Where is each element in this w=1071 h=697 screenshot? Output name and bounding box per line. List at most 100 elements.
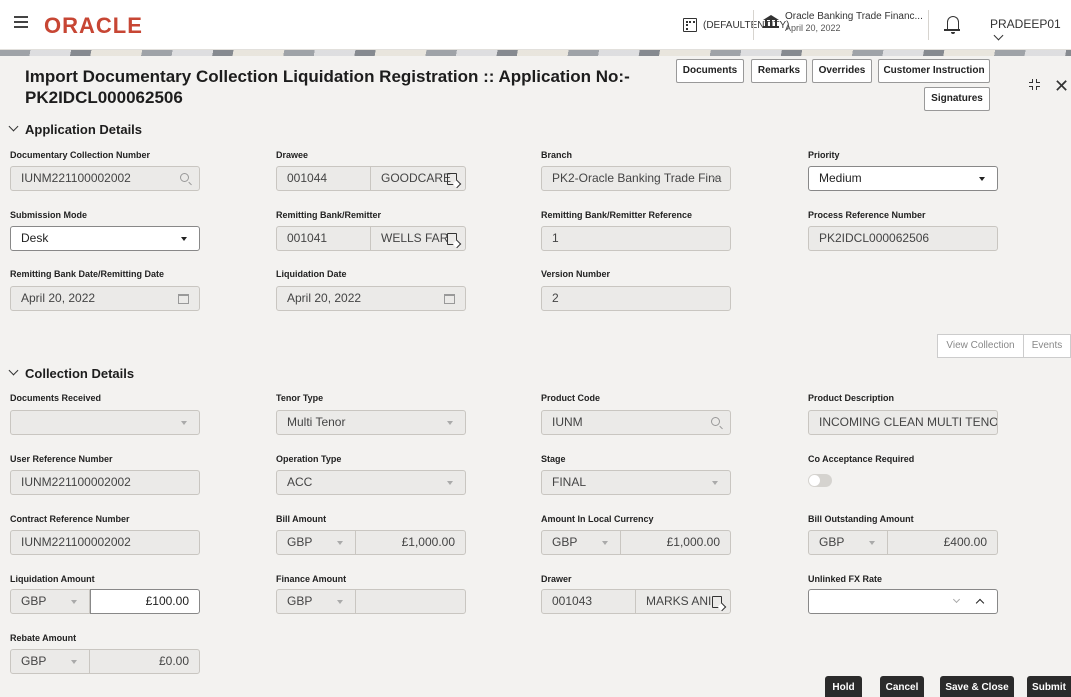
field-value: April 20, 2022 <box>287 291 362 305</box>
local-amount-field[interactable]: GBP £1,000.00 <box>541 530 731 555</box>
version-number-field[interactable]: 2 <box>541 286 731 311</box>
submission-mode-label: Submission Mode <box>10 210 88 220</box>
co-acceptance-label: Co Acceptance Required <box>808 454 915 464</box>
drawee-field[interactable]: 001044 GOODCARE <box>276 166 466 191</box>
bill-amount-field[interactable]: GBP £1,000.00 <box>276 530 466 555</box>
application-details-header[interactable]: Application Details <box>8 121 142 137</box>
operation-type-label: Operation Type <box>276 454 342 464</box>
field-value: ACC <box>287 475 313 489</box>
events-button[interactable]: Events <box>1024 334 1071 358</box>
product-description-label: Product Description <box>808 393 895 403</box>
local-amount-currency-select[interactable]: GBP <box>541 530 621 555</box>
drawer-id: 001043 <box>541 589 636 614</box>
liquidation-date-field[interactable]: April 20, 2022 <box>276 286 466 311</box>
collection-details-header[interactable]: Collection Details <box>8 365 135 381</box>
view-collection-button[interactable]: View Collection <box>937 334 1024 358</box>
minimize-icon[interactable] <box>1029 79 1041 91</box>
co-acceptance-toggle[interactable] <box>808 474 832 487</box>
header-divider <box>753 10 754 40</box>
product-description-field[interactable]: INCOMING CLEAN MULTI TENOR B <box>808 410 998 435</box>
currency-code: GBP <box>552 535 578 549</box>
page-title: Import Documentary Collection Liquidatio… <box>25 66 645 108</box>
finance-amount-label: Finance Amount <box>276 574 347 584</box>
dropdown-caret-icon <box>712 481 718 485</box>
bank-icon <box>763 15 779 29</box>
remitting-bank-name-box: WELLS FAR <box>370 226 466 251</box>
header-divider <box>928 10 929 40</box>
search-icon[interactable] <box>180 173 189 182</box>
signatures-button[interactable]: Signatures <box>924 87 990 111</box>
contract-reference-field[interactable]: IUNM221100002002 <box>10 530 200 555</box>
save-close-button[interactable]: Save & Close <box>940 676 1014 697</box>
submit-button[interactable]: Submit <box>1027 676 1071 697</box>
lookup-document-icon[interactable] <box>447 233 457 245</box>
chevron-up-icon[interactable] <box>975 598 985 608</box>
dropdown-caret-icon <box>447 481 453 485</box>
tenor-type-select[interactable]: Multi Tenor <box>276 410 466 435</box>
search-icon[interactable] <box>711 417 720 426</box>
operation-type-select[interactable]: ACC <box>276 470 466 495</box>
priority-label: Priority <box>808 150 840 160</box>
close-icon[interactable]: ✕ <box>1054 76 1069 97</box>
unlinked-fx-select[interactable] <box>808 589 998 614</box>
remitting-date-field[interactable]: April 20, 2022 <box>10 286 200 311</box>
tenor-type-label: Tenor Type <box>276 393 324 403</box>
calendar-icon[interactable] <box>444 294 455 304</box>
product-code-field[interactable]: IUNM <box>541 410 731 435</box>
drawer-field[interactable]: 001043 MARKS ANI <box>541 589 731 614</box>
doc-collection-number-field[interactable]: IUNM221100002002 <box>10 166 200 191</box>
notification-bell-icon[interactable] <box>944 16 960 34</box>
finance-amount-value <box>355 589 466 614</box>
branch-select[interactable]: PK2-Oracle Banking Trade Fina <box>541 166 731 191</box>
bill-amount-label: Bill Amount <box>276 514 327 524</box>
drawee-label: Drawee <box>276 150 309 160</box>
hamburger-menu-icon[interactable] <box>14 16 28 28</box>
documents-received-select[interactable] <box>10 410 200 435</box>
hold-button[interactable]: Hold <box>825 676 862 697</box>
finance-currency-select[interactable]: GBP <box>276 589 356 614</box>
finance-amount-field[interactable]: GBP <box>276 589 466 614</box>
outstanding-currency-select[interactable]: GBP <box>808 530 888 555</box>
remitting-reference-field[interactable]: 1 <box>541 226 731 251</box>
chevron-down-icon[interactable] <box>952 595 961 604</box>
priority-select[interactable]: Medium <box>808 166 998 191</box>
liquidation-amount-input[interactable]: £100.00 <box>90 589 200 614</box>
section-title: Collection Details <box>25 366 135 381</box>
currency-code: GBP <box>819 535 845 549</box>
documents-button[interactable]: Documents <box>676 59 744 83</box>
dropdown-caret-icon <box>71 660 77 664</box>
liquidation-amount-field[interactable]: GBP £100.00 <box>10 589 200 614</box>
decorative-banner <box>0 50 1071 56</box>
liquidation-amount-label: Liquidation Amount <box>10 574 95 584</box>
remarks-button[interactable]: Remarks <box>751 59 807 83</box>
remitting-bank-field[interactable]: 001041 WELLS FAR <box>276 226 466 251</box>
submission-mode-select[interactable]: Desk <box>10 226 200 251</box>
bank-selector[interactable]: Oracle Banking Trade Financ... April 20,… <box>763 11 923 33</box>
liquidation-currency-select[interactable]: GBP <box>10 589 90 614</box>
rebate-currency-select[interactable]: GBP <box>10 649 90 674</box>
bill-amount-currency-select[interactable]: GBP <box>276 530 356 555</box>
remitting-date-label: Remitting Bank Date/Remitting Date <box>10 269 165 279</box>
dropdown-caret-icon <box>337 600 343 604</box>
field-value: Desk <box>21 231 49 245</box>
customer-instruction-button[interactable]: Customer Instruction <box>878 59 990 83</box>
outstanding-amount-field[interactable]: GBP £400.00 <box>808 530 998 555</box>
currency-code: GBP <box>287 535 313 549</box>
calendar-icon[interactable] <box>178 294 189 304</box>
field-value: IUNM221100002002 <box>21 171 131 185</box>
remitting-bank-id: 001041 <box>276 226 371 251</box>
overrides-button[interactable]: Overrides <box>812 59 872 83</box>
stage-select[interactable]: FINAL <box>541 470 731 495</box>
rebate-amount-field[interactable]: GBP £0.00 <box>10 649 200 674</box>
lookup-document-icon[interactable] <box>447 173 457 185</box>
drawee-name: GOODCARE <box>381 171 452 185</box>
user-reference-field[interactable]: IUNM221100002002 <box>10 470 200 495</box>
lookup-document-icon[interactable] <box>712 596 722 608</box>
user-menu[interactable]: PRADEEP01 <box>990 17 1071 45</box>
user-reference-label: User Reference Number <box>10 454 113 464</box>
remitting-bank-name: WELLS FAR <box>381 231 449 245</box>
process-reference-field[interactable]: PK2IDCL000062506 <box>808 226 998 251</box>
dropdown-caret-icon <box>712 177 718 181</box>
cancel-button[interactable]: Cancel <box>880 676 924 697</box>
oracle-logo: ORACLE <box>44 13 143 38</box>
